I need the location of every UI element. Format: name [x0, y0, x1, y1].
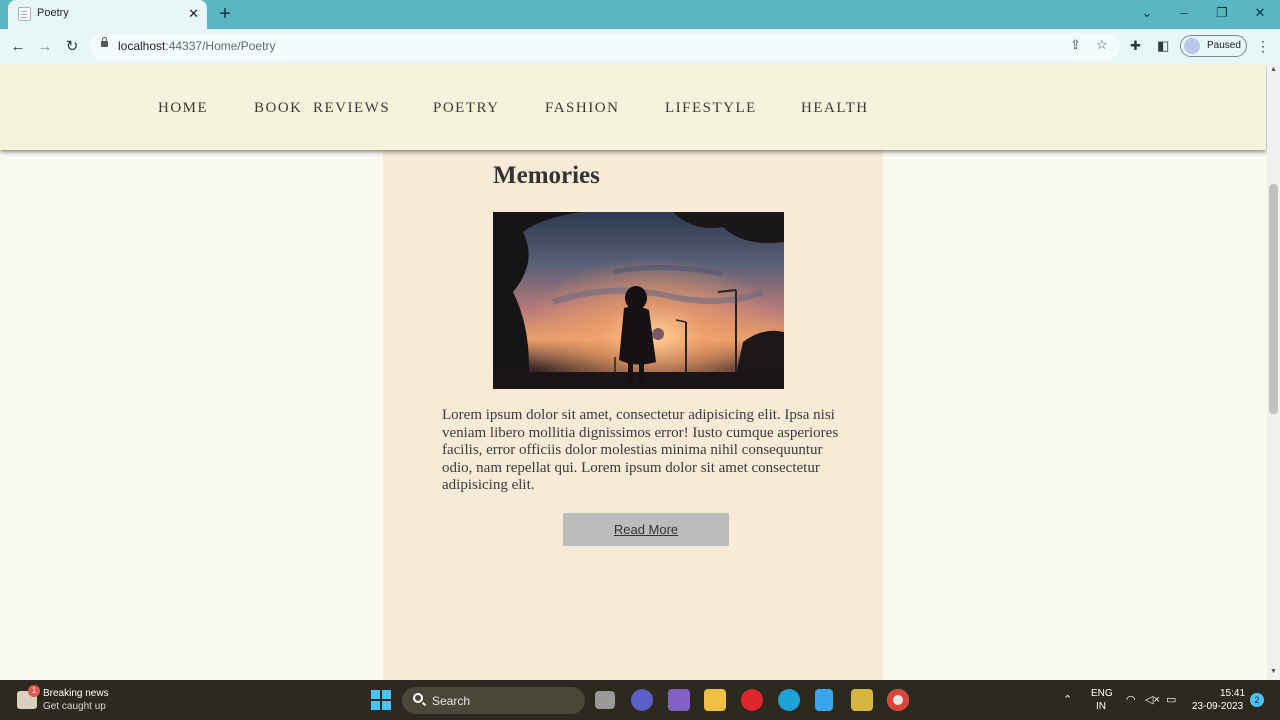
site-navigation: HOME BOOK REVIEWS POETRY FASHION LIFESTY… — [0, 64, 1266, 150]
taskbar-search[interactable]: Search — [402, 687, 585, 714]
page-favicon-icon — [18, 7, 31, 21]
volume-muted-icon[interactable]: ◁× — [1145, 693, 1160, 706]
search-icon — [413, 693, 423, 703]
task-view-icon[interactable] — [595, 691, 615, 709]
teams-chat-icon[interactable] — [631, 689, 653, 711]
close-window-button[interactable]: ✕ — [1250, 5, 1270, 21]
tab-title: Poetry — [37, 7, 69, 19]
wifi-icon[interactable]: ◠ — [1126, 693, 1136, 706]
read-more-button[interactable]: Read More — [563, 513, 729, 546]
forward-button[interactable]: → — [35, 37, 55, 57]
post-title: Memories — [493, 162, 600, 189]
language-bottom[interactable]: IN — [1096, 701, 1106, 712]
share-icon[interactable]: ⇪ — [1070, 37, 1081, 53]
xampp-icon[interactable] — [851, 689, 873, 711]
restore-button[interactable]: ❐ — [1212, 5, 1232, 21]
visual-studio-icon[interactable] — [668, 689, 690, 711]
news-widget-title[interactable]: Breaking news — [43, 688, 109, 699]
page-scrollbar[interactable]: ▲ ▼ — [1267, 64, 1280, 680]
bookmark-star-icon[interactable]: ☆ — [1096, 37, 1108, 53]
scroll-down-arrow-icon[interactable]: ▼ — [1267, 668, 1280, 675]
nav-lifestyle[interactable]: LIFESTYLE — [665, 100, 757, 117]
nav-home[interactable]: HOME — [158, 100, 208, 117]
nav-book-reviews[interactable]: BOOK REVIEWS — [254, 100, 390, 117]
browser-toolbar: ← → ↻ localhost:44337/Home/Poetry ⇪ ☆ ✚ … — [0, 29, 1280, 64]
language-top[interactable]: ENG — [1091, 688, 1113, 699]
search-label: Search — [432, 694, 471, 708]
back-button[interactable]: ← — [8, 37, 28, 57]
browser-tab-poetry[interactable]: Poetry ✕ — [8, 0, 207, 29]
nav-poetry[interactable]: POETRY — [433, 100, 500, 117]
file-explorer-icon[interactable] — [704, 689, 726, 711]
clock-time[interactable]: 15:41 — [1220, 688, 1245, 699]
side-panel-icon[interactable]: ◧ — [1157, 38, 1169, 54]
scrollbar-thumb[interactable] — [1269, 184, 1278, 414]
windows-taskbar: 1 Breaking news Get caught up Search ⌃ E… — [0, 680, 1280, 720]
lock-icon — [101, 37, 108, 47]
url-text[interactable]: localhost:44337/Home/Poetry — [118, 39, 275, 53]
post-image — [493, 212, 784, 389]
clock-date[interactable]: 23-09-2023 — [1192, 701, 1243, 712]
reload-button[interactable]: ↻ — [62, 37, 82, 57]
browser-menu-icon[interactable]: ⋮ — [1256, 37, 1270, 55]
news-widget-subtitle[interactable]: Get caught up — [43, 701, 106, 712]
extensions-puzzle-icon[interactable]: ✚ — [1130, 38, 1141, 54]
web-page: Memories Lorem ipsum dolor sit amet, con… — [0, 64, 1267, 680]
sunset-silhouette-illustration — [493, 212, 784, 389]
start-windows-icon[interactable] — [371, 690, 391, 710]
notepad-icon[interactable] — [815, 689, 833, 711]
nav-health[interactable]: HEALTH — [801, 100, 869, 117]
show-hidden-icons-chevron-icon[interactable]: ⌃ — [1063, 693, 1072, 706]
profile-button[interactable]: Paused — [1180, 35, 1247, 57]
chrome-icon[interactable] — [887, 689, 909, 711]
nav-fashion[interactable]: FASHION — [545, 100, 619, 117]
post-column: Memories Lorem ipsum dolor sit amet, con… — [383, 64, 883, 680]
notification-count-badge[interactable]: 2 — [1250, 693, 1264, 707]
scroll-up-arrow-icon[interactable]: ▲ — [1267, 66, 1280, 73]
battery-icon[interactable]: ▭ — [1166, 693, 1176, 706]
edge-icon[interactable] — [778, 689, 800, 711]
tab-close-icon[interactable]: ✕ — [188, 5, 199, 22]
opera-icon[interactable] — [741, 689, 763, 711]
tab-search-chevron-icon[interactable]: ⌄ — [1137, 5, 1157, 21]
post-excerpt: Lorem ipsum dolor sit amet, consectetur … — [442, 407, 839, 493]
avatar — [1184, 38, 1200, 54]
minimize-button[interactable]: – — [1174, 5, 1194, 21]
profile-status-label: Paused — [1207, 40, 1241, 51]
address-bar[interactable]: localhost:44337/Home/Poetry ⇪ ☆ — [90, 33, 1120, 60]
news-badge: 1 — [28, 685, 40, 697]
new-tab-button[interactable]: + — [215, 3, 235, 25]
browser-titlebar: Poetry ✕ + ⌄ – ❐ ✕ — [0, 0, 1280, 29]
